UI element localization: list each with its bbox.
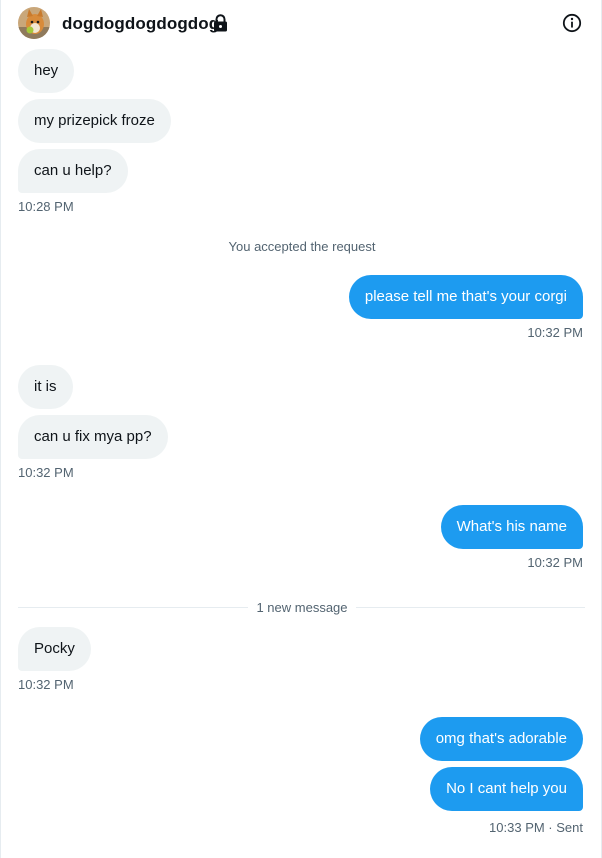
new-message-label: 1 new message <box>248 600 356 615</box>
lock-icon <box>214 14 227 32</box>
message-timestamp: 10:32 PM <box>18 465 74 480</box>
message-timestamp: 10:28 PM <box>18 199 74 214</box>
incoming-message[interactable]: my prizepick froze <box>18 99 171 143</box>
conversation-header: dogdogdogdogdog <box>1 0 602 46</box>
outgoing-message[interactable]: No I cant help you <box>430 767 583 811</box>
corgi-avatar-icon <box>18 7 50 39</box>
avatar[interactable] <box>18 7 50 39</box>
info-icon[interactable] <box>562 13 582 33</box>
conversation-username[interactable]: dogdogdogdogdog <box>62 14 219 34</box>
system-notice: You accepted the request <box>228 239 376 254</box>
message-timestamp: 10:32 PM <box>527 555 583 570</box>
message-timestamp: 10:32 PM <box>527 325 583 340</box>
message-timestamp: 10:32 PM <box>18 677 74 692</box>
new-message-divider: 1 new message <box>1 599 602 617</box>
message-sent-status: 10:33 PM · Sent <box>489 820 583 835</box>
incoming-message[interactable]: can u help? <box>18 149 128 193</box>
incoming-message[interactable]: it is <box>18 365 73 409</box>
outgoing-message[interactable]: omg that's adorable <box>419 717 583 761</box>
outgoing-message[interactable]: please tell me that's your corgi <box>348 275 583 319</box>
conversation-panel: dogdogdogdogdog hey my prizepick froze c… <box>0 0 602 858</box>
incoming-message[interactable]: hey <box>18 49 75 93</box>
incoming-message[interactable]: Pocky <box>18 627 91 671</box>
incoming-message[interactable]: can u fix mya pp? <box>18 415 168 459</box>
outgoing-message[interactable]: What's his name <box>440 505 583 549</box>
